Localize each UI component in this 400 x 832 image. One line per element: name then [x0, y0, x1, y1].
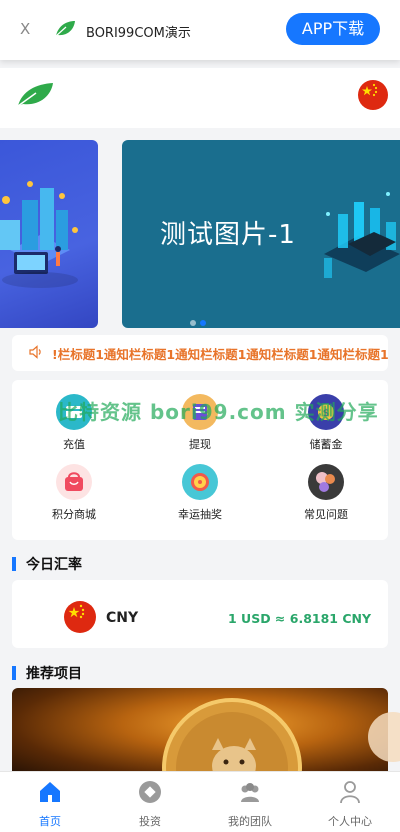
- menu-item-points-mall[interactable]: 积分商城: [24, 464, 124, 522]
- tab-label: 投资: [139, 815, 161, 828]
- carousel-dot[interactable]: [190, 320, 196, 326]
- section-title-projects: 推荐项目: [12, 663, 82, 683]
- cny-flag-icon: [64, 601, 96, 633]
- menu-label: 幸运抽奖: [178, 508, 222, 521]
- tab-profile[interactable]: 个人中心: [300, 780, 400, 829]
- tab-invest[interactable]: 投资: [100, 780, 200, 829]
- points-mall-icon: [56, 464, 92, 500]
- banner-slide-prev[interactable]: [0, 140, 98, 328]
- team-icon: [241, 783, 259, 802]
- projects-title: 推荐项目: [26, 666, 82, 682]
- tab-label: 我的团队: [228, 815, 272, 828]
- language-flag-icon[interactable]: [358, 80, 388, 110]
- tab-home[interactable]: 首页: [0, 780, 100, 829]
- banner-text: 测试图片-1: [160, 220, 296, 250]
- section-marker: [12, 557, 16, 571]
- tab-label: 个人中心: [328, 815, 372, 828]
- project-card-image[interactable]: [12, 688, 388, 778]
- menu-label: 积分商城: [52, 508, 96, 521]
- leaf-logo-icon: [17, 83, 53, 107]
- menu-label: 储蓄金: [309, 438, 343, 451]
- faq-icon: [308, 464, 344, 500]
- rates-title: 今日汇率: [26, 557, 82, 573]
- carousel-dots: [190, 311, 210, 330]
- server-illustration: [324, 192, 400, 278]
- currency-code: CNY: [106, 610, 139, 626]
- home-icon: [40, 782, 60, 802]
- section-marker: [12, 666, 16, 680]
- menu-item-lucky-draw[interactable]: 幸运抽奖: [150, 464, 250, 522]
- section-title-rates: 今日汇率: [12, 554, 82, 574]
- banner-slide-current[interactable]: 测试图片-1: [122, 140, 400, 328]
- city-illustration: [0, 181, 78, 288]
- header: [0, 68, 400, 128]
- profile-icon: [340, 781, 360, 804]
- notice-bar[interactable]: !栏标题1通知栏标题1通知栏标题1通知栏标题1通知栏标题1: [12, 335, 388, 371]
- banner-carousel[interactable]: 测试图片-1: [0, 140, 400, 328]
- notice-text: !栏标题1通知栏标题1通知栏标题1通知栏标题1通知栏标题1: [52, 347, 388, 362]
- menu-label: 提现: [189, 438, 211, 451]
- app-name: BORI99COM演示: [86, 26, 191, 41]
- app-download-button[interactable]: APP下载: [286, 13, 380, 45]
- menu-label: 充值: [63, 438, 85, 451]
- tab-label: 首页: [39, 815, 61, 828]
- bottom-tab-bar: 首页 投资 我的团队 个人中心: [0, 771, 400, 832]
- menu-label: 常见问题: [304, 508, 348, 521]
- speaker-icon: [29, 345, 41, 359]
- dogecoin-image: [162, 698, 302, 778]
- carousel-dot-active[interactable]: [200, 320, 206, 326]
- menu-item-faq[interactable]: 常见问题: [276, 464, 376, 522]
- exchange-rate-card: CNY 1 USD ≈ 6.8181 CNY: [12, 580, 388, 648]
- leaf-logo-icon: [55, 21, 75, 37]
- tab-team[interactable]: 我的团队: [200, 780, 300, 829]
- invest-icon: [139, 781, 161, 803]
- exchange-rate-value: 1 USD ≈ 6.8181 CNY: [228, 611, 372, 626]
- app-download-bar: X BORI99COM演示 APP下载: [0, 0, 400, 60]
- lucky-draw-icon: [182, 464, 218, 500]
- close-button[interactable]: X: [20, 20, 30, 38]
- watermark-text: 比特资源 bori99.com 实测分享: [58, 400, 379, 424]
